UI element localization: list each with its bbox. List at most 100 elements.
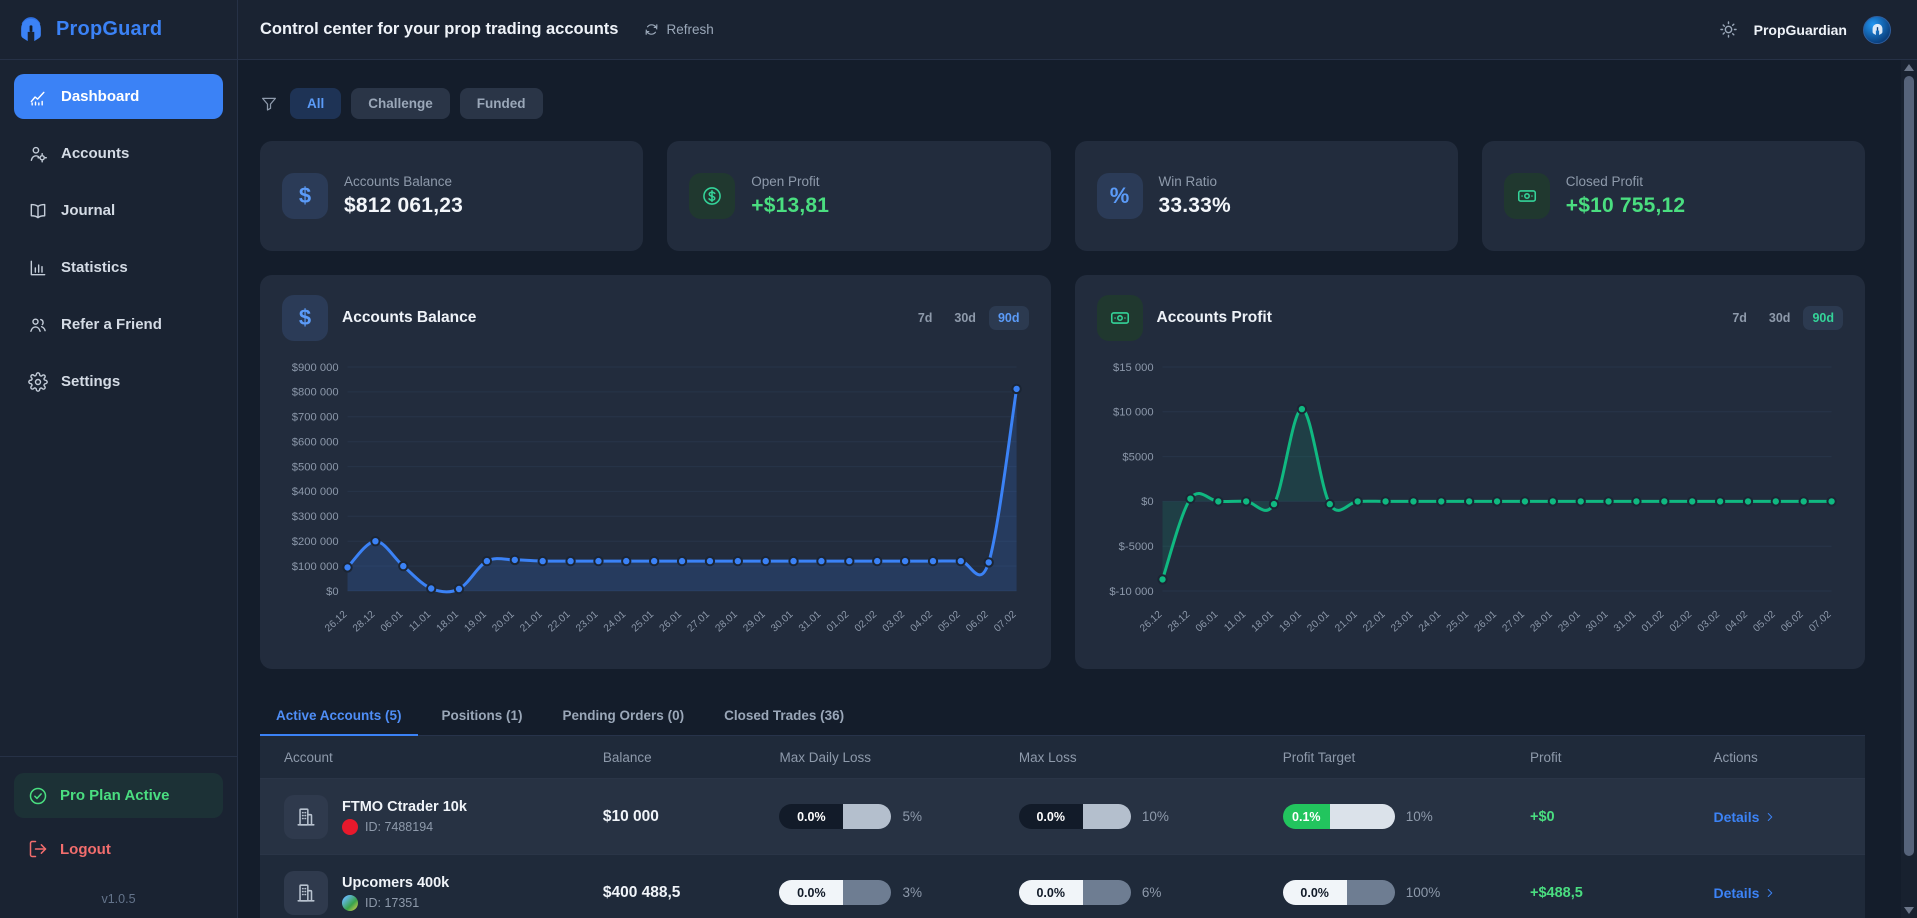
svg-text:$15 000: $15 000 <box>1113 362 1154 374</box>
accounts-table: AccountBalanceMax Daily LossMax LossProf… <box>260 736 1865 918</box>
svg-text:$-5000: $-5000 <box>1118 541 1153 553</box>
svg-text:06.02: 06.02 <box>964 609 991 635</box>
tab-pending-orders-0[interactable]: Pending Orders (0) <box>547 699 701 735</box>
filter-chip-funded[interactable]: Funded <box>460 88 543 119</box>
column-header-actions: Actions <box>1713 750 1841 765</box>
range-option-30d[interactable]: 30d <box>1760 306 1800 330</box>
tab-closed-trades-36[interactable]: Closed Trades (36) <box>708 699 860 735</box>
range-option-7d[interactable]: 7d <box>909 306 942 330</box>
range-option-90d[interactable]: 90d <box>1803 306 1843 330</box>
scrollbar-thumb[interactable] <box>1904 76 1914 856</box>
svg-text:31.01: 31.01 <box>797 609 824 635</box>
svg-text:06.02: 06.02 <box>1779 609 1806 635</box>
svg-text:26.01: 26.01 <box>658 609 685 635</box>
svg-text:25.01: 25.01 <box>630 609 657 635</box>
stat-value: +$10 755,12 <box>1566 194 1686 218</box>
scroll-up-arrow[interactable] <box>1904 64 1914 71</box>
balance-chart-card: $ Accounts Balance 7d30d90d $900 000$800… <box>260 275 1051 669</box>
dollar-icon: $ <box>282 173 328 219</box>
details-link[interactable]: Details <box>1713 809 1841 825</box>
balance-range-toggle: 7d30d90d <box>909 306 1029 330</box>
refresh-button[interactable]: Refresh <box>644 22 713 37</box>
broker-badge <box>342 819 358 835</box>
account-name: FTMO Ctrader 10k <box>342 799 467 815</box>
svg-text:$0: $0 <box>1141 496 1153 508</box>
scrollbar[interactable] <box>1901 60 1917 918</box>
svg-text:$800 000: $800 000 <box>292 387 339 399</box>
limit-progress: 0.1%10% <box>1283 804 1530 829</box>
dashboard-icon <box>28 87 48 107</box>
sidebar: PropGuard DashboardAccountsJournalStatis… <box>0 0 238 918</box>
svg-text:19.01: 19.01 <box>463 609 490 635</box>
svg-text:04.02: 04.02 <box>1723 609 1750 635</box>
range-option-90d[interactable]: 90d <box>989 306 1029 330</box>
column-header-max-loss: Max Loss <box>1019 750 1283 765</box>
svg-text:30.01: 30.01 <box>769 609 796 635</box>
refresh-label: Refresh <box>666 22 713 37</box>
account-row[interactable]: FTMO Ctrader 10kID: 7488194$10 0000.0%5%… <box>260 778 1865 854</box>
check-circle-icon <box>28 786 48 806</box>
filter-chip-challenge[interactable]: Challenge <box>351 88 450 119</box>
journal-icon <box>28 201 48 221</box>
profit-chart: $15 000$10 000$5000$0$-5000$-10 00026.12… <box>1097 353 1844 653</box>
sidebar-item-settings[interactable]: Settings <box>14 359 223 404</box>
svg-text:11.01: 11.01 <box>1222 609 1248 634</box>
range-option-7d[interactable]: 7d <box>1723 306 1756 330</box>
column-header-max-daily-loss: Max Daily Loss <box>779 750 1018 765</box>
stat-label: Accounts Balance <box>344 174 463 189</box>
sidebar-item-accounts[interactable]: Accounts <box>14 131 223 176</box>
svg-text:23.01: 23.01 <box>574 609 601 635</box>
stat-label: Open Profit <box>751 174 829 189</box>
sidebar-item-journal[interactable]: Journal <box>14 188 223 233</box>
sidebar-nav: Dashboard Accounts Journal Statistics Refer … <box>0 60 237 404</box>
svg-text:$0: $0 <box>326 586 338 598</box>
account-name: Upcomers 400k <box>342 875 449 891</box>
sidebar-item-label: Dashboard <box>61 88 139 105</box>
balance-chart-title: Accounts Balance <box>342 309 476 327</box>
account-id: ID: 7488194 <box>365 820 433 834</box>
filter-chip-all[interactable]: All <box>290 88 341 119</box>
tab-positions-1[interactable]: Positions (1) <box>426 699 539 735</box>
sidebar-item-dashboard[interactable]: Dashboard <box>14 74 223 119</box>
svg-text:31.01: 31.01 <box>1612 609 1639 635</box>
account-profit: +$488,5 <box>1530 885 1713 901</box>
account-profit: +$0 <box>1530 809 1713 825</box>
account-balance: $10 000 <box>603 808 780 826</box>
details-link[interactable]: Details <box>1713 885 1841 901</box>
pro-plan-badge: Pro Plan Active <box>14 773 223 818</box>
app-root: PropGuard DashboardAccountsJournalStatis… <box>0 0 1917 918</box>
svg-text:20.01: 20.01 <box>1305 609 1332 635</box>
svg-text:$400 000: $400 000 <box>292 486 339 498</box>
logout-button[interactable]: Logout <box>14 828 223 870</box>
svg-text:21.01: 21.01 <box>518 609 545 635</box>
stat-value: $812 061,23 <box>344 194 463 218</box>
stat-value: 33.33% <box>1159 194 1231 218</box>
stat-card-open-profit: Open Profit+$13,81 <box>667 141 1050 251</box>
logout-label: Logout <box>60 841 111 858</box>
svg-text:$-10 000: $-10 000 <box>1109 586 1153 598</box>
stat-card-closed-profit: Closed Profit+$10 755,12 <box>1482 141 1865 251</box>
avatar[interactable] <box>1863 16 1891 44</box>
sidebar-item-statistics[interactable]: Statistics <box>14 245 223 290</box>
tab-active-accounts-5[interactable]: Active Accounts (5) <box>260 699 418 735</box>
range-option-30d[interactable]: 30d <box>945 306 985 330</box>
svg-text:$100 000: $100 000 <box>292 561 339 573</box>
svg-text:19.01: 19.01 <box>1277 609 1304 635</box>
banknote-icon <box>1504 173 1550 219</box>
limit-progress: 0.0%10% <box>1019 804 1283 829</box>
svg-text:11.01: 11.01 <box>407 609 433 634</box>
svg-text:24.01: 24.01 <box>602 609 629 635</box>
svg-text:$300 000: $300 000 <box>292 511 339 523</box>
svg-text:06.01: 06.01 <box>1193 609 1220 635</box>
pro-plan-label: Pro Plan Active <box>60 787 169 804</box>
svg-text:$200 000: $200 000 <box>292 536 339 548</box>
scroll-down-arrow[interactable] <box>1904 907 1914 914</box>
account-row[interactable]: Upcomers 400kID: 17351$400 488,50.0%3%0.… <box>260 854 1865 918</box>
svg-text:18.01: 18.01 <box>1249 609 1276 635</box>
sidebar-item-refer-a-friend[interactable]: Refer a Friend <box>14 302 223 347</box>
theme-toggle-button[interactable] <box>1719 20 1738 39</box>
profit-chart-title: Accounts Profit <box>1157 309 1272 327</box>
svg-text:18.01: 18.01 <box>435 609 462 635</box>
svg-text:05.02: 05.02 <box>1751 609 1778 635</box>
profit-chart-card: Accounts Profit 7d30d90d $15 000$10 000$… <box>1075 275 1866 669</box>
